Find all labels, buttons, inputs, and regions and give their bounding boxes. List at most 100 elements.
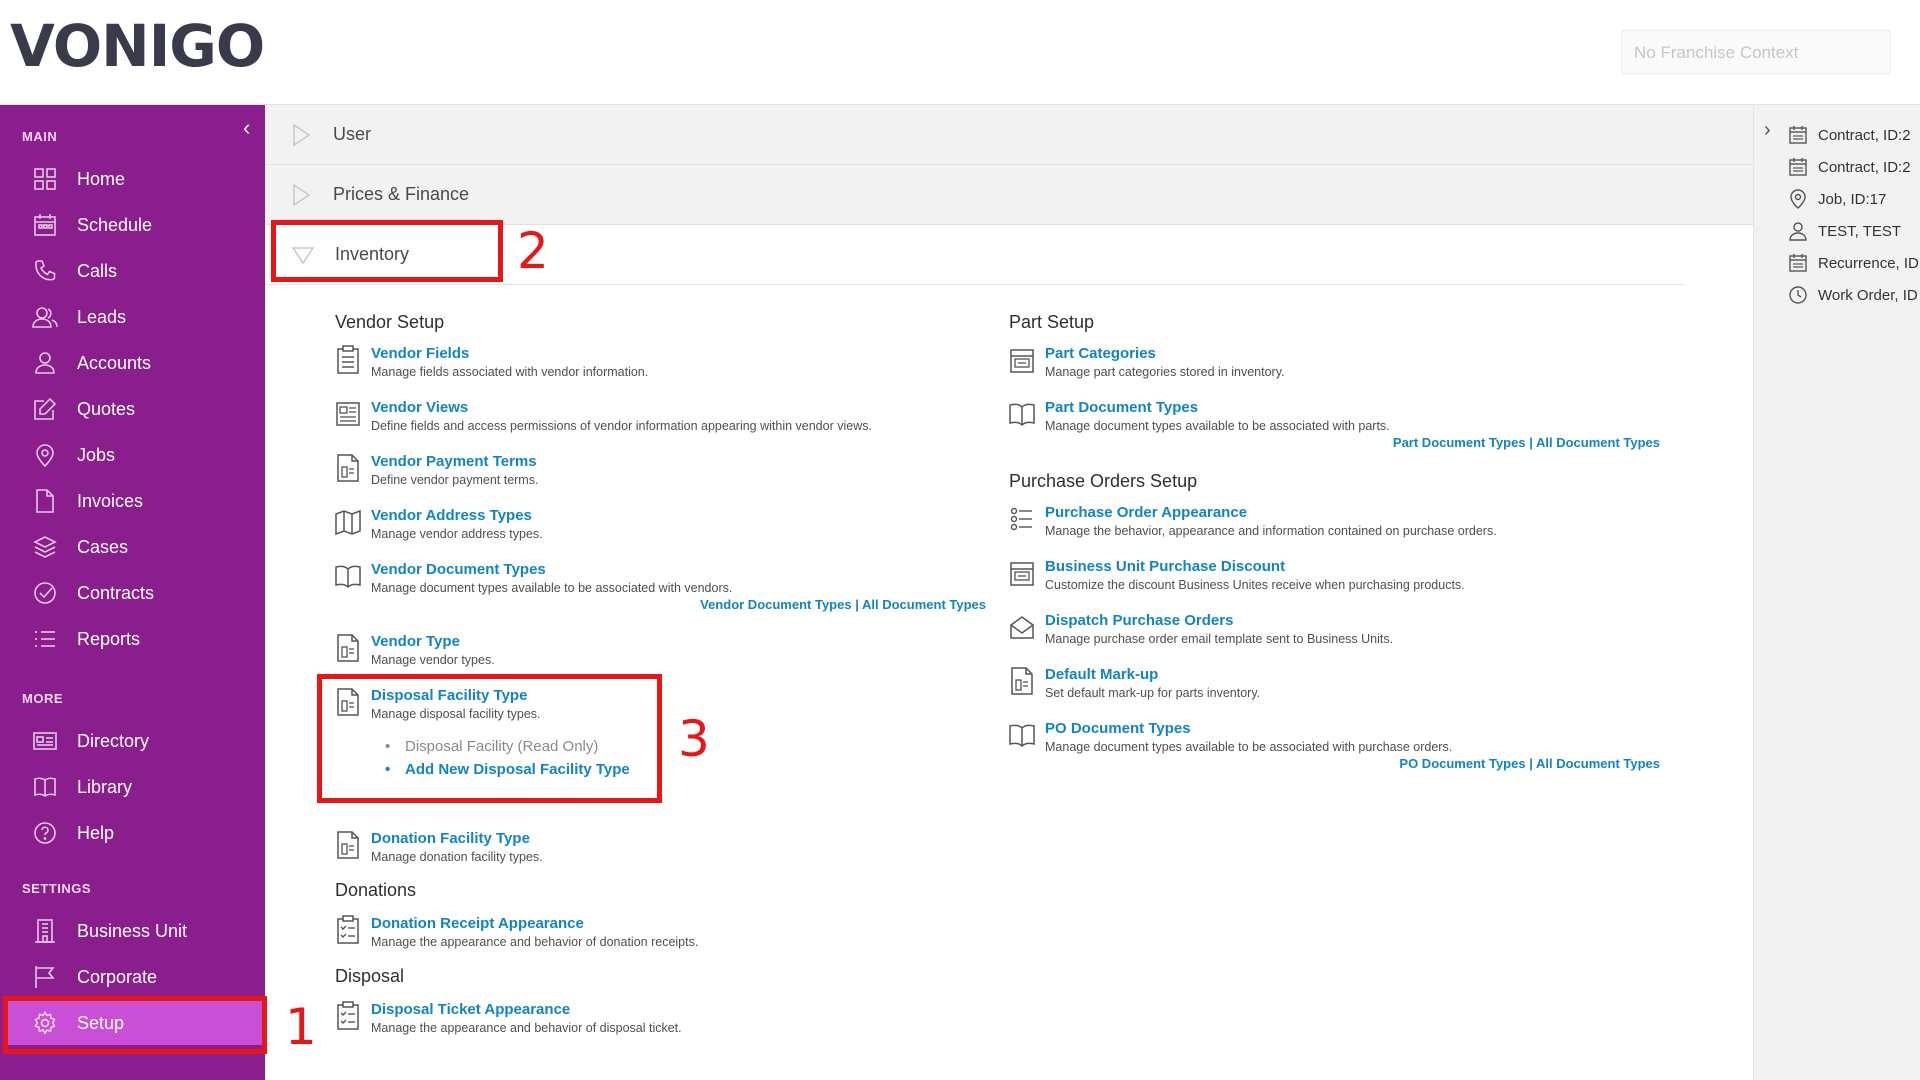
sidebar-item-help[interactable]: Help	[0, 811, 265, 855]
purchase-order-appearance-link[interactable]: Purchase Order Appearance	[1045, 504, 1497, 522]
vendor-setup-title: Vendor Setup	[335, 312, 445, 332]
item-description: Manage fields associated with vendor inf…	[371, 365, 649, 379]
donation-receipt-appearance-link[interactable]: Donation Receipt Appearance	[371, 915, 698, 933]
sidebar-item-invoices[interactable]: Invoices	[0, 479, 265, 523]
part-document-types-sublink[interactable]: Part Document Types	[1393, 435, 1526, 450]
sidebar-item-schedule[interactable]: Schedule	[0, 203, 265, 247]
vendor-document-types-sublink[interactable]: Vendor Document Types	[700, 597, 851, 612]
directory-icon	[31, 727, 59, 755]
chevron-right-icon[interactable]: ›	[1764, 119, 1771, 142]
accordion-prices-finance[interactable]: Prices & Finance	[265, 165, 1753, 225]
item-description: Customize the discount Business Unites r…	[1045, 578, 1465, 592]
book-icon	[1009, 403, 1035, 427]
item-description: Manage document types available to be as…	[1045, 740, 1453, 754]
option-label: Add New Disposal Facility Type	[405, 761, 630, 778]
setup-item-vendor-payment-terms: Vendor Payment Terms Define vendor paymen…	[335, 453, 538, 489]
sidebar-item-jobs[interactable]: Jobs	[0, 433, 265, 477]
sidebar-item-label: Jobs	[77, 444, 116, 465]
recent-item-label: Job, ID:17	[1818, 190, 1887, 208]
accordion-user[interactable]: User	[265, 105, 1753, 165]
recent-item-label: Contract, ID:2	[1818, 158, 1911, 176]
recent-items-panel: › Contract, ID:2 Contract, ID:2 Job, ID:…	[1753, 105, 1920, 1080]
sidebar-item-calls[interactable]: Calls	[0, 249, 265, 293]
triangle-right-icon	[293, 123, 311, 146]
recent-item[interactable]: Job, ID:17	[1788, 189, 1886, 209]
sidebar-item-corporate[interactable]: Corporate	[0, 955, 265, 999]
vendor-payment-terms-link[interactable]: Vendor Payment Terms	[371, 453, 538, 471]
sidebar-item-label: Cases	[77, 536, 129, 557]
sidebar-section-settings: SETTINGS	[22, 881, 92, 896]
donations-title: Donations	[335, 880, 417, 900]
vendor-fields-link[interactable]: Vendor Fields	[371, 345, 648, 363]
setup-item-dispatch-purchase-orders: Dispatch Purchase Orders Manage purchase …	[1009, 612, 1393, 648]
recent-item[interactable]: Recurrence, ID	[1788, 253, 1919, 273]
vonigo-logo[interactable]: VONIGO	[10, 12, 265, 80]
annotation-number-1: 1	[285, 998, 317, 1056]
recent-item-label: Contract, ID:2	[1818, 126, 1911, 144]
item-description: Manage document types available to be as…	[1045, 419, 1390, 433]
vendor-address-types-link[interactable]: Vendor Address Types	[371, 507, 543, 525]
all-document-types-sublink[interactable]: All Document Types	[862, 597, 986, 612]
sidebar-item-library[interactable]: Library	[0, 765, 265, 809]
part-categories-link[interactable]: Part Categories	[1045, 345, 1284, 363]
views-icon	[336, 402, 360, 426]
layers-icon	[31, 533, 59, 561]
vendor-type-link[interactable]: Vendor Type	[371, 633, 495, 651]
default-mark-up-link[interactable]: Default Mark-up	[1045, 666, 1260, 684]
sidebar-item-home[interactable]: Home	[0, 157, 265, 201]
vendor-views-link[interactable]: Vendor Views	[371, 399, 872, 417]
franchise-context-field[interactable]: No Franchise Context	[1621, 30, 1891, 74]
recent-item-label: Work Order, ID	[1818, 286, 1918, 304]
recent-item[interactable]: Work Order, ID	[1788, 285, 1918, 305]
grid-icon	[31, 165, 59, 193]
part-document-types-link[interactable]: Part Document Types	[1045, 399, 1390, 417]
sidebar-item-label: Contracts	[77, 582, 155, 603]
sidebar-item-quotes[interactable]: Quotes	[0, 387, 265, 431]
sidebar-item-setup[interactable]: Setup	[6, 1001, 265, 1045]
triangle-down-icon	[291, 246, 315, 264]
link-separator: |	[851, 597, 862, 612]
link-separator: |	[1525, 435, 1536, 450]
sidebar-item-label: Invoices	[77, 490, 144, 511]
setup-item-donation-receipt-appearance: Donation Receipt Appearance Manage the ap…	[335, 915, 698, 951]
list-icon	[31, 625, 59, 653]
disposal-facility-read-only-item[interactable]: • Disposal Facility (Read Only)	[385, 735, 630, 758]
business-unit-purchase-discount-link[interactable]: Business Unit Purchase Discount	[1045, 558, 1465, 576]
sidebar-item-leads[interactable]: Leads	[0, 295, 265, 339]
calendar-icon	[1789, 254, 1807, 272]
book-icon	[335, 565, 361, 589]
dispatch-purchase-orders-link[interactable]: Dispatch Purchase Orders	[1045, 612, 1393, 630]
users-icon	[31, 303, 59, 331]
disposal-ticket-appearance-link[interactable]: Disposal Ticket Appearance	[371, 1001, 682, 1019]
purchase-orders-setup-title: Purchase Orders Setup	[1009, 471, 1198, 491]
disposal-facility-type-link[interactable]: Disposal Facility Type	[371, 687, 541, 705]
document-icon	[337, 688, 359, 716]
setup-item-part-categories: Part Categories Manage part categories st…	[1009, 345, 1284, 381]
gear-icon	[31, 1009, 59, 1037]
setup-item-vendor-views: Vendor Views Define fields and access per…	[335, 399, 872, 435]
vendor-document-types-link[interactable]: Vendor Document Types	[371, 561, 732, 579]
sidebar-item-reports[interactable]: Reports	[0, 617, 265, 661]
po-document-types-sublink[interactable]: PO Document Types	[1399, 756, 1525, 771]
sidebar-item-accounts[interactable]: Accounts	[0, 341, 265, 385]
all-document-types-sublink[interactable]: All Document Types	[1536, 756, 1660, 771]
recent-item[interactable]: Contract, ID:2	[1788, 125, 1911, 145]
sidebar-item-directory[interactable]: Directory	[0, 719, 265, 763]
sidebar-item-label: Library	[77, 776, 133, 797]
po-document-types-link[interactable]: PO Document Types	[1045, 720, 1452, 738]
recent-item[interactable]: Contract, ID:2	[1788, 157, 1911, 177]
disposal-title: Disposal	[335, 966, 405, 986]
sidebar-item-cases[interactable]: Cases	[0, 525, 265, 569]
add-new-disposal-facility-type-link[interactable]: • Add New Disposal Facility Type	[385, 758, 630, 781]
recent-item[interactable]: TEST, TEST	[1788, 221, 1901, 241]
donation-facility-type-link[interactable]: Donation Facility Type	[371, 830, 543, 848]
calendar-icon	[1789, 126, 1807, 144]
sidebar-item-contracts[interactable]: Contracts	[0, 571, 265, 615]
sidebar-item-business-unit[interactable]: Business Unit	[0, 909, 265, 953]
user-icon	[31, 349, 59, 377]
accordion-inventory[interactable]: Inventory	[265, 225, 1685, 285]
chevron-left-icon[interactable]: ‹	[243, 115, 250, 141]
user-icon	[1789, 222, 1807, 241]
all-document-types-sublink[interactable]: All Document Types	[1536, 435, 1660, 450]
setup-item-vendor-address-types: Vendor Address Types Manage vendor addres…	[335, 507, 543, 543]
